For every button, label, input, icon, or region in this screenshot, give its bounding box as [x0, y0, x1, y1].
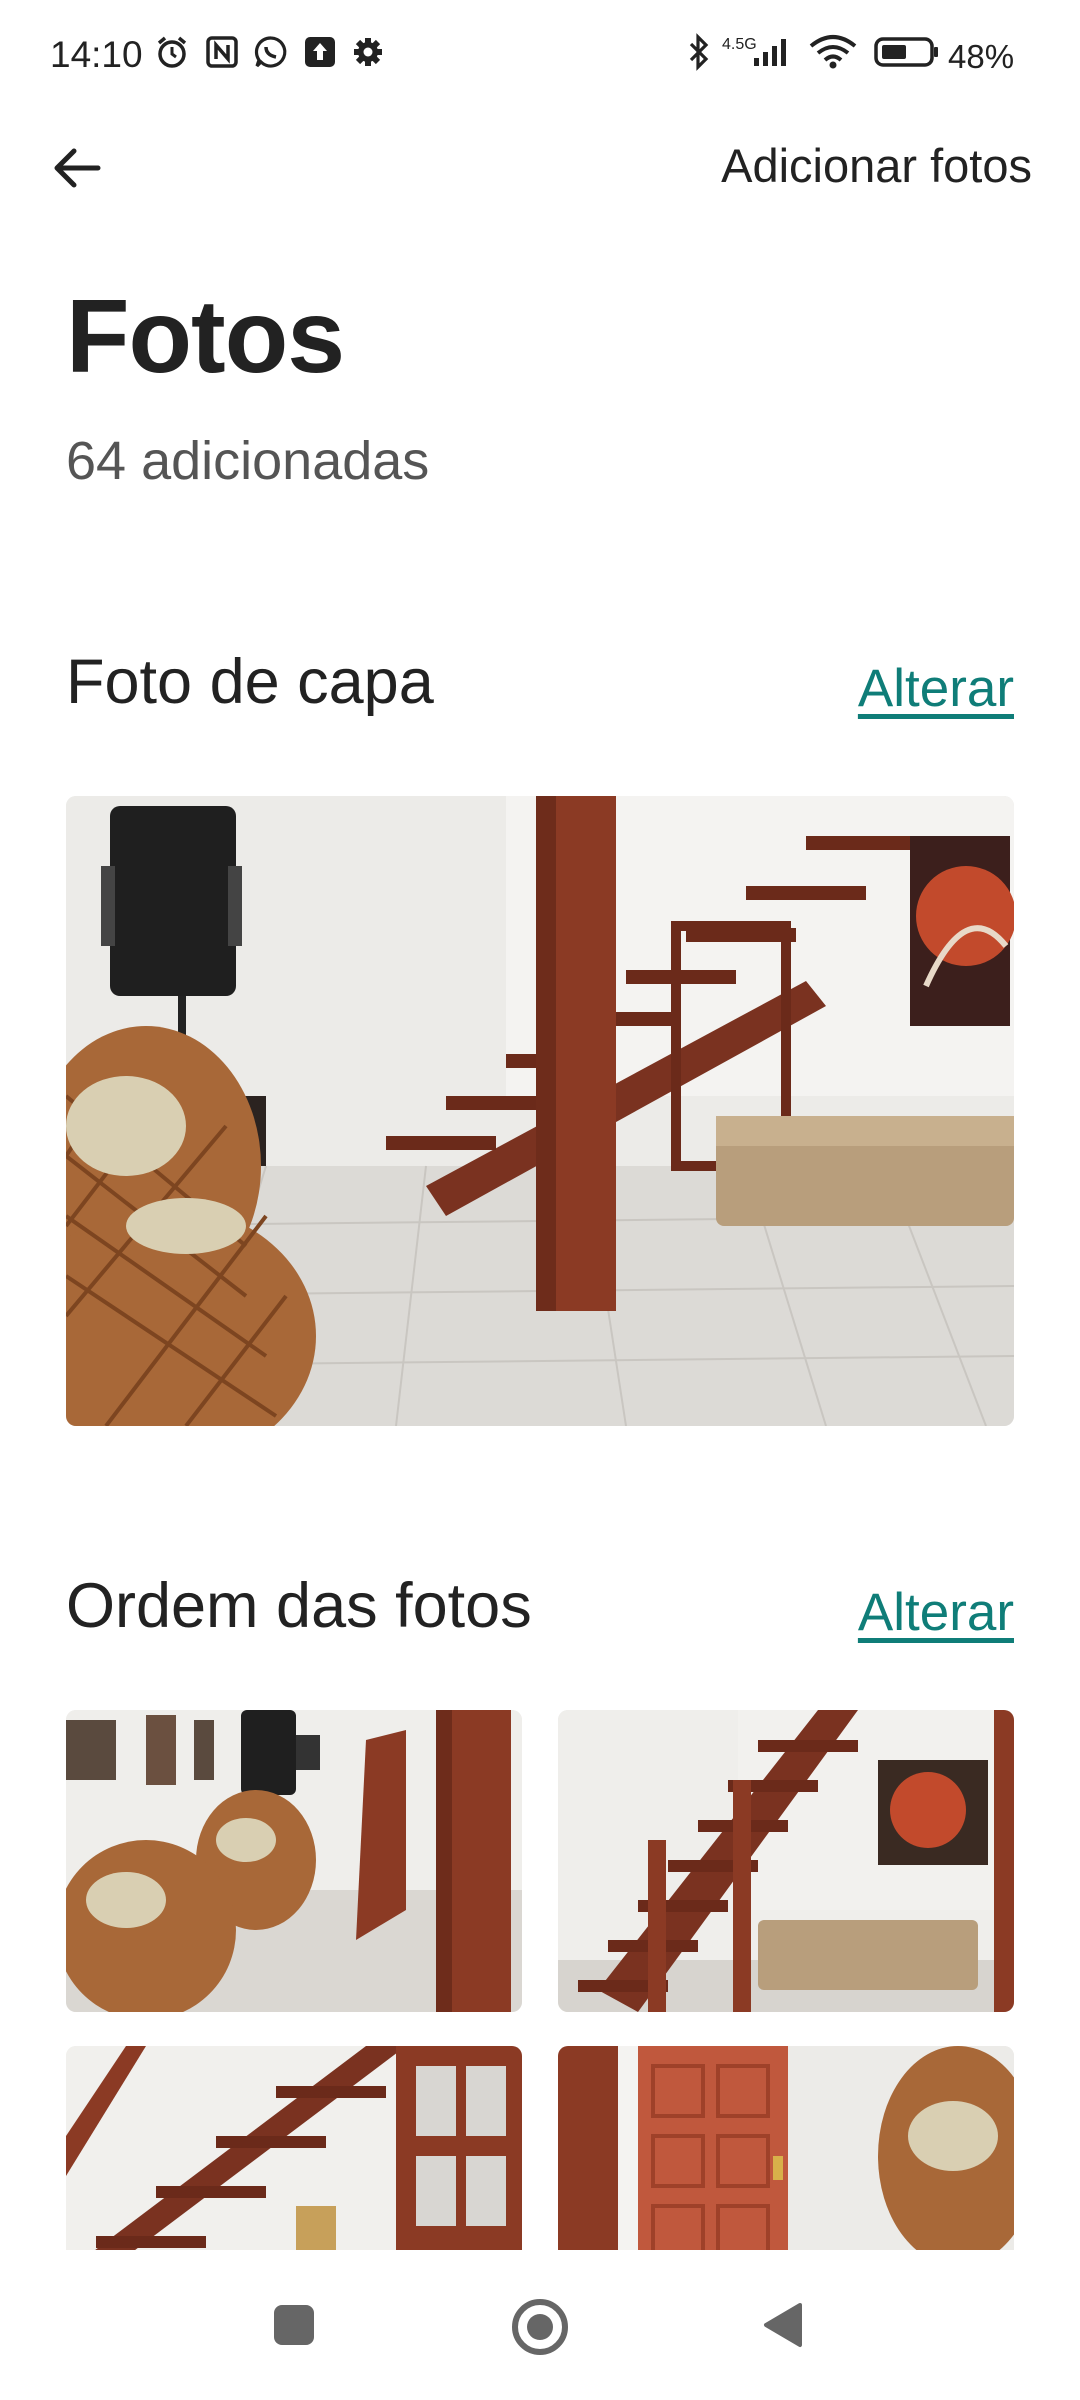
cover-photo[interactable]	[66, 796, 1014, 1426]
photo-thumbnail[interactable]	[66, 1710, 522, 2012]
back-button[interactable]	[48, 138, 108, 198]
status-time: 14:10	[50, 34, 143, 75]
whatsapp-icon	[253, 34, 289, 70]
order-section-title: Ordem das fotos	[66, 1571, 532, 1641]
alarm-icon	[154, 34, 190, 70]
nfc-icon	[204, 34, 240, 70]
signal-icon	[750, 34, 794, 70]
upload-icon	[302, 34, 338, 70]
settings-gear-icon	[350, 34, 386, 70]
recent-apps-button[interactable]	[266, 2297, 322, 2353]
add-photos-button[interactable]: Adicionar fotos	[721, 138, 1032, 193]
status-bar: 14:10 4.5G 48%	[0, 0, 1080, 110]
photo-thumbnail[interactable]	[558, 2046, 1014, 2272]
triangle-back-icon	[764, 2303, 802, 2347]
home-button[interactable]	[508, 2295, 572, 2359]
square-recent-icon	[274, 2305, 314, 2345]
change-order-link[interactable]: Alterar	[858, 1582, 1014, 1643]
photo-thumbnail[interactable]	[558, 1710, 1014, 2012]
photo-thumbnail[interactable]	[66, 2046, 522, 2272]
change-cover-link[interactable]: Alterar	[858, 658, 1014, 719]
photo-count: 64 adicionadas	[66, 431, 430, 491]
battery-percent: 48%	[948, 38, 1015, 75]
battery-icon	[872, 34, 942, 70]
system-navigation-bar	[0, 2250, 1080, 2400]
nav-back-button[interactable]	[756, 2297, 812, 2353]
bluetooth-icon	[684, 33, 714, 71]
page-title: Fotos	[66, 279, 345, 395]
arrow-left-icon	[54, 148, 101, 188]
wifi-icon	[806, 34, 860, 70]
circle-home-icon	[512, 2299, 568, 2355]
cover-section-title: Foto de capa	[66, 647, 434, 717]
